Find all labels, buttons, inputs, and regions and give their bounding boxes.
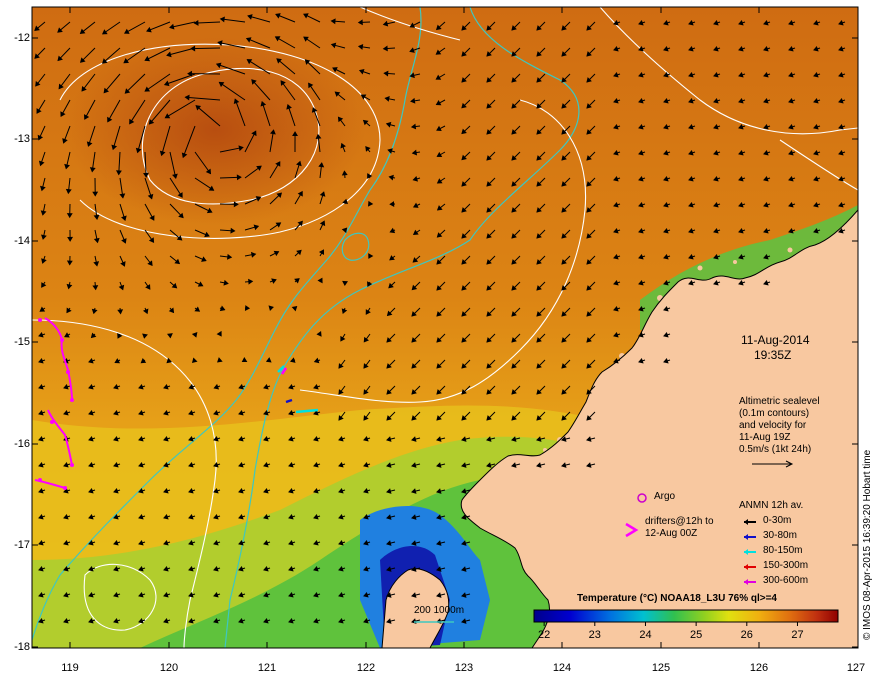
x-tick-label: 125 [651,662,671,674]
colorbar-tick-label: 22 [538,629,551,641]
argo-label: Argo [654,491,676,502]
anmn-item-label: 80-150m [763,545,803,556]
colorbar-tick-label: 24 [639,629,652,641]
anmn-item-label: 150-300m [763,560,809,571]
velocity-arrow [191,47,221,50]
anmn-item-label: 30-80m [763,530,797,541]
y-tick-label: -17 [14,539,30,551]
x-tick-label: 127 [846,662,866,674]
drifters-label: 12-Aug 00Z [645,528,698,539]
depth-legend-label: 200 1000m [414,605,465,616]
colorbar-tick-label: 25 [690,629,703,641]
anmn-title: ANMN 12h av. [739,500,804,511]
drifters-label: drifters@12h to [645,516,714,527]
y-tick-label: -16 [14,438,30,450]
y-tick-label: -13 [14,133,30,145]
y-tick-label: -12 [14,32,30,44]
warm-eddy [65,35,365,225]
sealevel-legend-line: (0.1m contours) [739,408,810,419]
y-tick-label: -15 [14,336,30,348]
y-tick-label: -14 [14,235,30,247]
x-tick-label: 122 [356,662,376,674]
colorbar-tick-label: 23 [588,629,601,641]
x-tick-label: 124 [552,662,572,674]
colorbar-tick-label: 27 [791,629,804,641]
x-tick-label: 120 [159,662,179,674]
y-tick-label: -18 [14,641,30,653]
colorbar-tick-label: 26 [740,629,753,641]
colorbar [533,609,839,623]
colorbar-title: Temperature (°C) NOAA18_L3U 76% ql>=4 [577,593,777,604]
sealevel-legend-line: and velocity for [739,420,807,431]
x-tick-label: 126 [749,662,769,674]
x-tick-label: 119 [61,662,79,674]
sealevel-legend-line: Altimetric sealevel [739,396,820,407]
sealevel-legend-line: 0.5m/s (1kt 24h) [739,444,812,455]
anmn-item-label: 0-30m [763,515,792,526]
x-tick-label: 123 [454,662,474,674]
map-date: 11-Aug-2014 [741,333,810,347]
credit-text: © IMOS 08-Apr-2015 16:39:20 Hobart time [862,449,873,640]
anmn-item-label: 300-600m [763,575,809,586]
map-time: 19:35Z [754,348,792,362]
sealevel-legend-line: 11-Aug 19Z [739,432,791,443]
map-plot-area [32,7,858,648]
x-tick-label: 121 [257,662,277,674]
